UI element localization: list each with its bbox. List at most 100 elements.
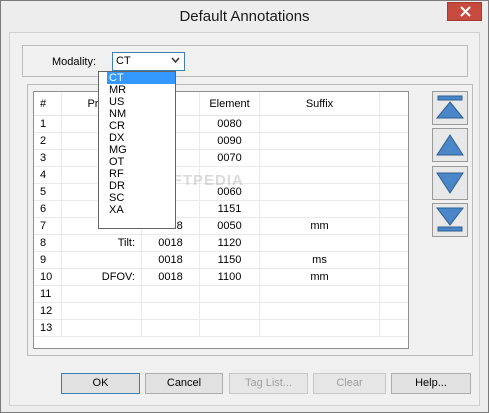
tag-list-button[interactable]: Tag List... (229, 373, 308, 394)
annotations-table: #PrefixElementSuffix10080200903007045kV:… (33, 91, 409, 349)
header-suffix: Suffix (260, 92, 380, 115)
cell-suffix[interactable] (260, 235, 380, 251)
cell-group[interactable] (142, 303, 200, 319)
cell-group[interactable]: 0018 (142, 269, 200, 285)
cell-element[interactable]: 0070 (200, 150, 260, 166)
cell-suffix[interactable]: mm (260, 218, 380, 234)
table-row[interactable]: 3 0070 (34, 150, 408, 167)
cell-prefix[interactable] (62, 286, 142, 302)
cell-element[interactable] (200, 286, 260, 302)
modality-option[interactable]: OT (99, 156, 175, 168)
cell-element[interactable]: 1120 (200, 235, 260, 251)
cell-prefix[interactable] (62, 252, 142, 268)
move-down-icon (436, 172, 464, 194)
cell-number[interactable]: 1 (34, 116, 62, 132)
cell-number[interactable]: 6 (34, 201, 62, 217)
table-filler-cell (380, 150, 408, 166)
table-row[interactable]: 12 (34, 303, 408, 320)
modality-option[interactable]: DR (99, 180, 175, 192)
table-filler-cell (380, 167, 408, 183)
cell-number[interactable]: 5 (34, 184, 62, 200)
ok-button[interactable]: OK (61, 373, 140, 394)
modality-option[interactable]: DX (99, 132, 175, 144)
modality-option[interactable]: CT (107, 72, 175, 84)
cell-element[interactable]: 0090 (200, 133, 260, 149)
cell-suffix[interactable] (260, 320, 380, 336)
modality-select[interactable]: CT (112, 52, 185, 71)
move-up-icon (436, 134, 464, 156)
table-row[interactable]: 6mA:1151 (34, 201, 408, 218)
move-to-top-button[interactable] (432, 91, 468, 125)
cell-number[interactable]: 7 (34, 218, 62, 234)
modality-dropdown-list[interactable]: CT MR US NM CR DX MG OT RF DR SC XA (98, 71, 176, 229)
table-row[interactable]: 700180050mm (34, 218, 408, 235)
cell-suffix[interactable]: mm (260, 269, 380, 285)
move-to-bottom-icon (435, 207, 465, 232)
move-down-button[interactable] (432, 166, 468, 200)
table-row[interactable]: 8 Tilt: 0018 1120 (34, 235, 408, 252)
modality-option[interactable]: NM (99, 108, 175, 120)
close-icon (460, 6, 471, 17)
cell-suffix[interactable]: ms (260, 252, 380, 268)
cell-element[interactable] (200, 303, 260, 319)
modality-label: Modality: (52, 56, 97, 68)
modality-option[interactable]: XA (99, 204, 175, 216)
cell-suffix[interactable] (260, 303, 380, 319)
modality-option[interactable]: US (99, 96, 175, 108)
cell-prefix[interactable]: DFOV: (62, 269, 142, 285)
cell-group[interactable]: 0018 (142, 252, 200, 268)
cell-suffix[interactable] (260, 133, 380, 149)
table-row[interactable]: 1 0080 (34, 116, 408, 133)
chevron-down-icon (171, 57, 180, 64)
cell-element[interactable]: 1100 (200, 269, 260, 285)
modality-group: Modality: CT (22, 45, 468, 77)
cell-element[interactable] (200, 320, 260, 336)
table-row[interactable]: 2 0090 (34, 133, 408, 150)
cell-prefix[interactable] (62, 320, 142, 336)
cell-number[interactable]: 11 (34, 286, 62, 302)
move-up-button[interactable] (432, 128, 468, 162)
cell-prefix[interactable]: Tilt: (62, 235, 142, 251)
table-filler-cell (380, 235, 408, 251)
modality-option[interactable]: RF (99, 168, 175, 180)
table-row[interactable]: 9 0018 1150 ms (34, 252, 408, 269)
modality-option[interactable]: SC (99, 192, 175, 204)
cell-number[interactable]: 3 (34, 150, 62, 166)
cell-number[interactable]: 10 (34, 269, 62, 285)
cell-group[interactable] (142, 320, 200, 336)
window-title: Default Annotations (179, 8, 310, 25)
cell-prefix[interactable] (62, 303, 142, 319)
move-to-bottom-button[interactable] (432, 203, 468, 237)
table-row[interactable]: 13 (34, 320, 408, 337)
table-row[interactable]: 11 (34, 286, 408, 303)
cell-suffix[interactable] (260, 150, 380, 166)
clear-button[interactable]: Clear (313, 373, 386, 394)
table-row[interactable]: 10 DFOV: 0018 1100 mm (34, 269, 408, 286)
modality-option[interactable]: MG (99, 144, 175, 156)
cell-element[interactable]: 0080 (200, 116, 260, 132)
help-button[interactable]: Help... (391, 373, 471, 394)
modality-option[interactable]: MR (99, 84, 175, 96)
cell-suffix[interactable] (260, 201, 380, 217)
cell-group[interactable] (142, 286, 200, 302)
cell-number[interactable]: 8 (34, 235, 62, 251)
cell-number[interactable]: 2 (34, 133, 62, 149)
cell-number[interactable]: 4 (34, 167, 62, 183)
modality-option[interactable]: CR (99, 120, 175, 132)
cell-suffix[interactable] (260, 286, 380, 302)
cell-suffix[interactable] (260, 167, 380, 183)
cell-group[interactable]: 0018 (142, 235, 200, 251)
table-filler-cell (380, 303, 408, 319)
cell-suffix[interactable] (260, 184, 380, 200)
cell-element[interactable]: 0050 (200, 218, 260, 234)
cancel-button[interactable]: Cancel (145, 373, 223, 394)
cell-number[interactable]: 13 (34, 320, 62, 336)
cell-number[interactable]: 12 (34, 303, 62, 319)
table-header-row: #PrefixElementSuffix (34, 92, 408, 116)
move-to-top-icon (435, 95, 465, 119)
cell-number[interactable]: 9 (34, 252, 62, 268)
close-button[interactable] (447, 2, 482, 21)
cell-element[interactable]: 1150 (200, 252, 260, 268)
cell-element[interactable]: 1151 (200, 201, 260, 217)
cell-suffix[interactable] (260, 116, 380, 132)
